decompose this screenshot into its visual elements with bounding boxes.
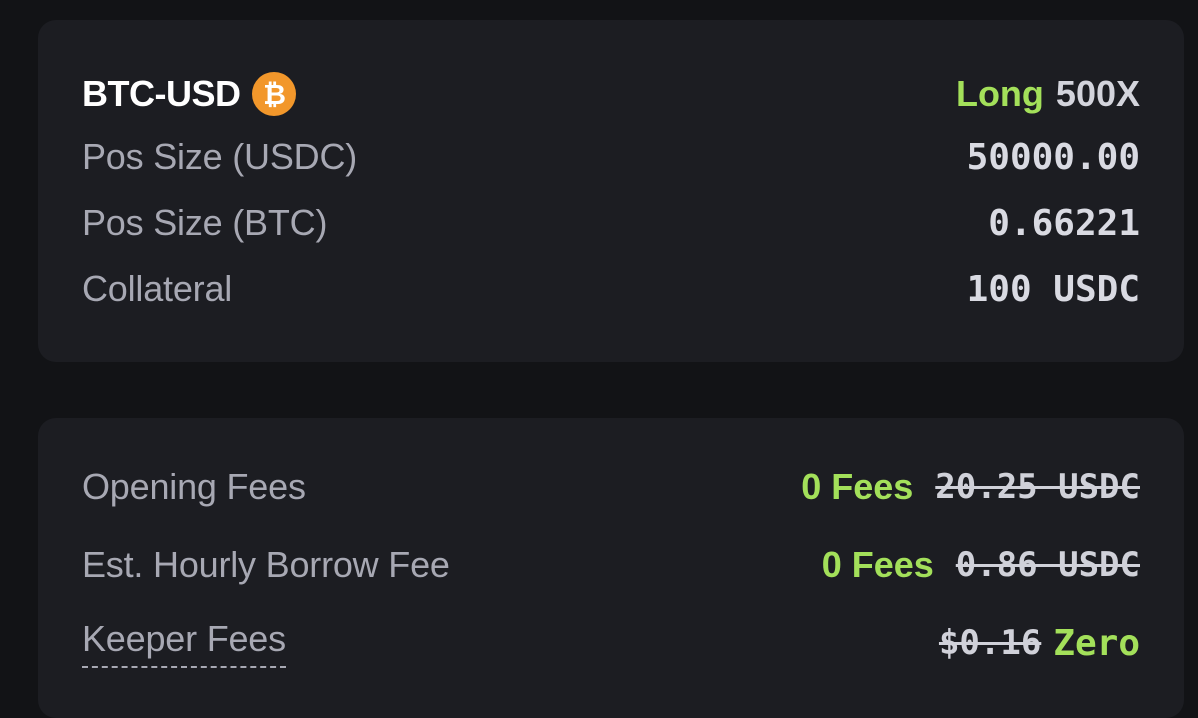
bitcoin-icon: ₿ — [252, 72, 297, 116]
keeper-fees-label[interactable]: Keeper Fees — [82, 618, 286, 668]
direction-leverage: Long 500X — [956, 73, 1140, 115]
market-pair-name: BTC-USD — [82, 73, 241, 114]
keeper-fees-row: Keeper Fees $0.16 Zero — [82, 618, 1140, 668]
collateral-row: Collateral 100 USDC — [82, 268, 1140, 310]
borrow-fee-label: Est. Hourly Borrow Fee — [82, 544, 450, 585]
pos-size-btc-row: Pos Size (BTC) 0.66221 — [82, 202, 1140, 244]
keeper-fees-free: Zero — [1053, 622, 1140, 664]
pos-size-btc-label: Pos Size (BTC) — [82, 202, 328, 243]
opening-fees-free: 0 Fees — [801, 466, 914, 507]
collateral-label: Collateral — [82, 268, 233, 309]
borrow-fee-values: 0 Fees 0.86 USDC — [822, 544, 1140, 586]
collateral-value: 100 USDC — [966, 268, 1140, 310]
keeper-fees-original: $0.16 — [938, 623, 1042, 663]
pos-size-usdc-label: Pos Size (USDC) — [82, 136, 358, 177]
borrow-fee-row: Est. Hourly Borrow Fee 0 Fees 0.86 USDC — [82, 544, 1140, 586]
pos-size-btc-value: 0.66221 — [988, 202, 1140, 244]
position-direction: Long — [955, 73, 1044, 114]
position-leverage: 500X — [1055, 73, 1140, 114]
opening-fees-values: 0 Fees 20.25 USDC — [801, 466, 1140, 508]
opening-fees-label: Opening Fees — [82, 466, 306, 507]
market-pair: BTC-USD ₿ — [82, 72, 297, 116]
opening-fees-row: Opening Fees 0 Fees 20.25 USDC — [82, 466, 1140, 508]
pos-size-usdc-value: 50000.00 — [966, 136, 1140, 178]
borrow-fee-original: 0.86 USDC — [955, 545, 1140, 585]
fees-card: Opening Fees 0 Fees 20.25 USDC Est. Hour… — [38, 418, 1184, 718]
pos-size-usdc-row: Pos Size (USDC) 50000.00 — [82, 136, 1140, 178]
borrow-fee-free: 0 Fees — [821, 544, 934, 585]
keeper-fees-values: $0.16 Zero — [939, 623, 1140, 664]
position-summary-card: BTC-USD ₿ Long 500X Pos Size (USDC) 5000… — [38, 20, 1184, 362]
opening-fees-original: 20.25 USDC — [935, 467, 1140, 507]
position-header-row: BTC-USD ₿ Long 500X — [82, 72, 1140, 116]
